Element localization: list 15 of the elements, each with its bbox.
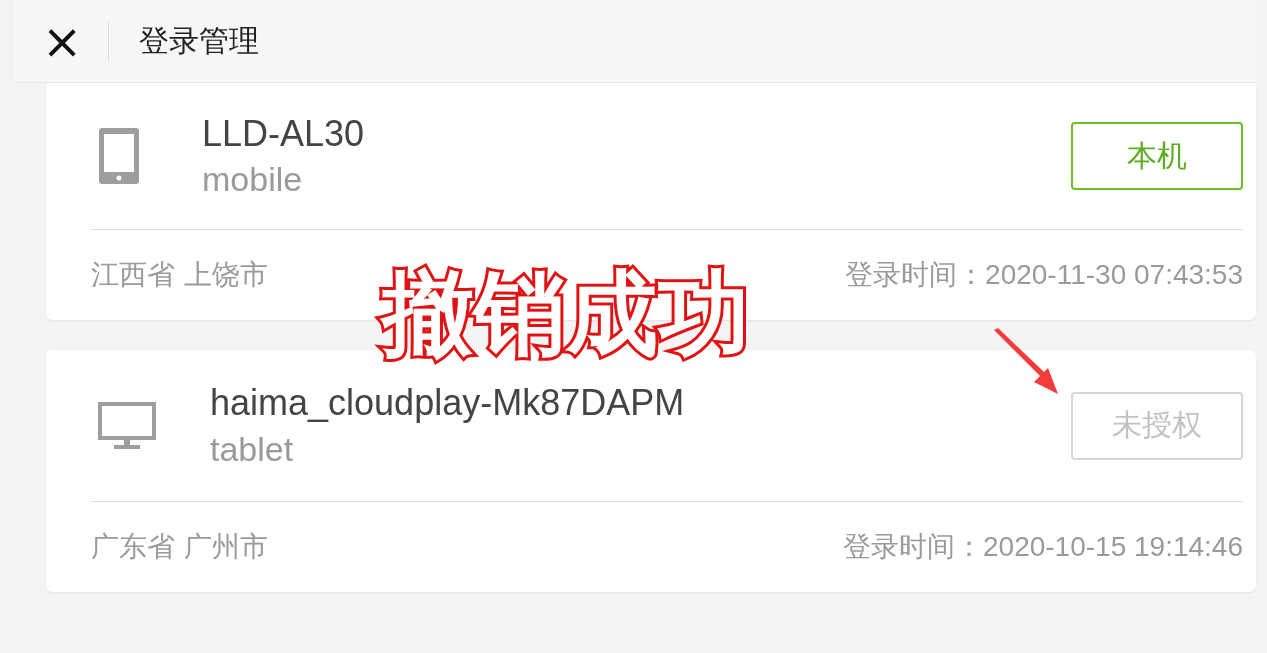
device-status-button[interactable]: 未授权	[1071, 391, 1243, 460]
login-time: 登录时间：2020-10-15 19:14:46	[843, 530, 1243, 564]
login-location: 广东省 广州市	[91, 529, 268, 565]
phone-icon	[98, 127, 140, 185]
annotation-text: 撤销成功	[372, 250, 760, 378]
page-title: 登录管理	[139, 21, 259, 60]
login-location: 江西省 上饶市	[91, 257, 268, 293]
device-type: tablet	[210, 428, 295, 470]
device-status-button[interactable]: 本机	[1071, 122, 1243, 190]
monitor-icon	[98, 401, 156, 450]
device-name: LLD-AL30	[202, 111, 366, 156]
close-button[interactable]: ×	[42, 17, 82, 65]
device-name: haima_cloudplay-Mk87DAPM	[210, 381, 686, 425]
device-type: mobile	[202, 159, 304, 201]
login-time: 登录时间：2020-11-30 07:43:53	[845, 258, 1243, 292]
